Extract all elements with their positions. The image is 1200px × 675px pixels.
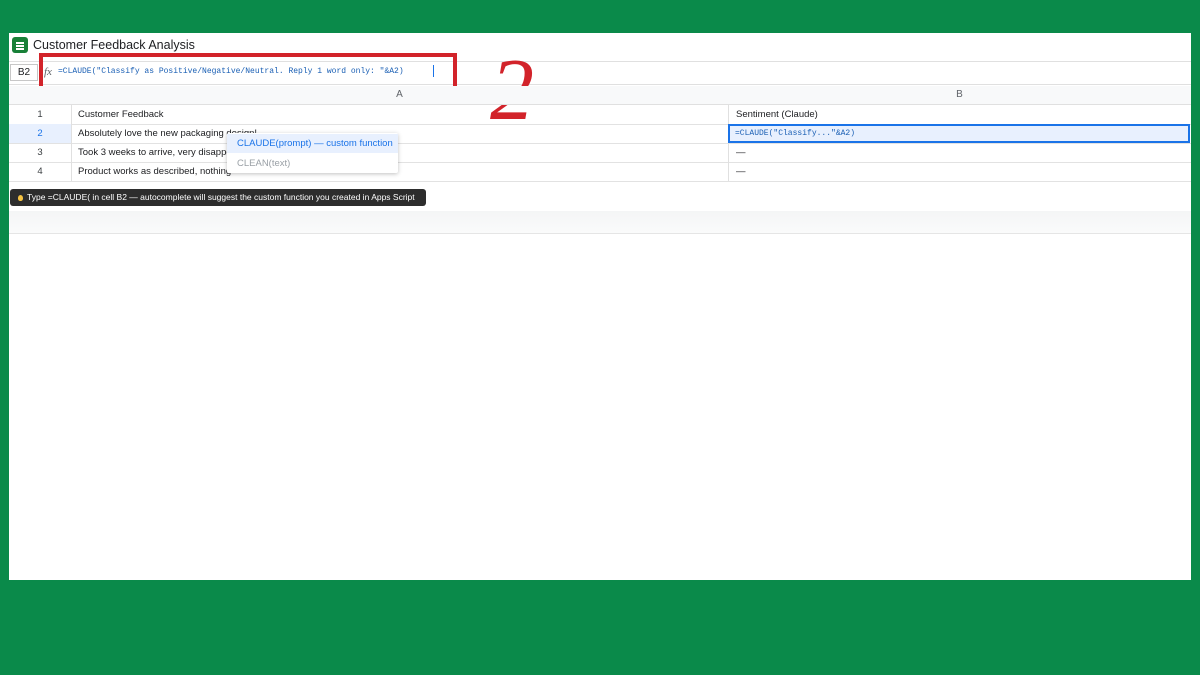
cell-a1[interactable]: Customer Feedback: [78, 105, 728, 124]
lightbulb-icon: [18, 195, 23, 201]
tip-banner: Type =CLAUDE( in cell B2 — autocomplete …: [10, 189, 426, 206]
cell-a3[interactable]: Took 3 weeks to arrive, very disappo: [78, 143, 728, 162]
row-number[interactable]: 1: [9, 105, 72, 124]
autocomplete-item-claude[interactable]: CLAUDE(prompt) — custom function: [227, 134, 398, 153]
autocomplete-dropdown: CLAUDE(prompt) — custom function CLEAN(t…: [227, 133, 398, 173]
row-number[interactable]: 4: [9, 162, 72, 181]
row-number[interactable]: 2: [9, 124, 72, 143]
cell-b4[interactable]: —: [728, 162, 1190, 181]
tip-text: Type =CLAUDE( in cell B2 — autocomplete …: [27, 192, 415, 202]
autocomplete-item-clean[interactable]: CLEAN(text): [227, 154, 398, 173]
cell-b2-active[interactable]: =CLAUDE("Classify..."&A2): [728, 124, 1190, 143]
cell-a2[interactable]: Absolutely love the new packaging design…: [78, 124, 728, 143]
column-header-a[interactable]: A: [71, 86, 728, 105]
cell-b3[interactable]: —: [728, 143, 1190, 162]
table-row: 1 Customer Feedback Sentiment (Claude): [9, 105, 1191, 125]
spreadsheet-window: Customer Feedback Analysis B2 fx =CLAUDE…: [9, 33, 1191, 580]
column-header-b[interactable]: B: [728, 86, 1191, 105]
row-number[interactable]: 3: [9, 143, 72, 162]
name-box[interactable]: B2: [10, 64, 38, 81]
table-row: 4 Product works as described, nothing —: [9, 162, 1191, 182]
select-all-corner[interactable]: [9, 86, 71, 105]
document-title[interactable]: Customer Feedback Analysis: [33, 38, 195, 52]
sheet-footer-bar: [9, 211, 1191, 234]
table-row: 2 Absolutely love the new packaging desi…: [9, 124, 1191, 144]
cell-b1[interactable]: Sentiment (Claude): [728, 105, 1190, 124]
table-row: 3 Took 3 weeks to arrive, very disappo —: [9, 143, 1191, 163]
sheets-logo-icon: [12, 37, 28, 53]
cell-a4[interactable]: Product works as described, nothing: [78, 162, 728, 181]
